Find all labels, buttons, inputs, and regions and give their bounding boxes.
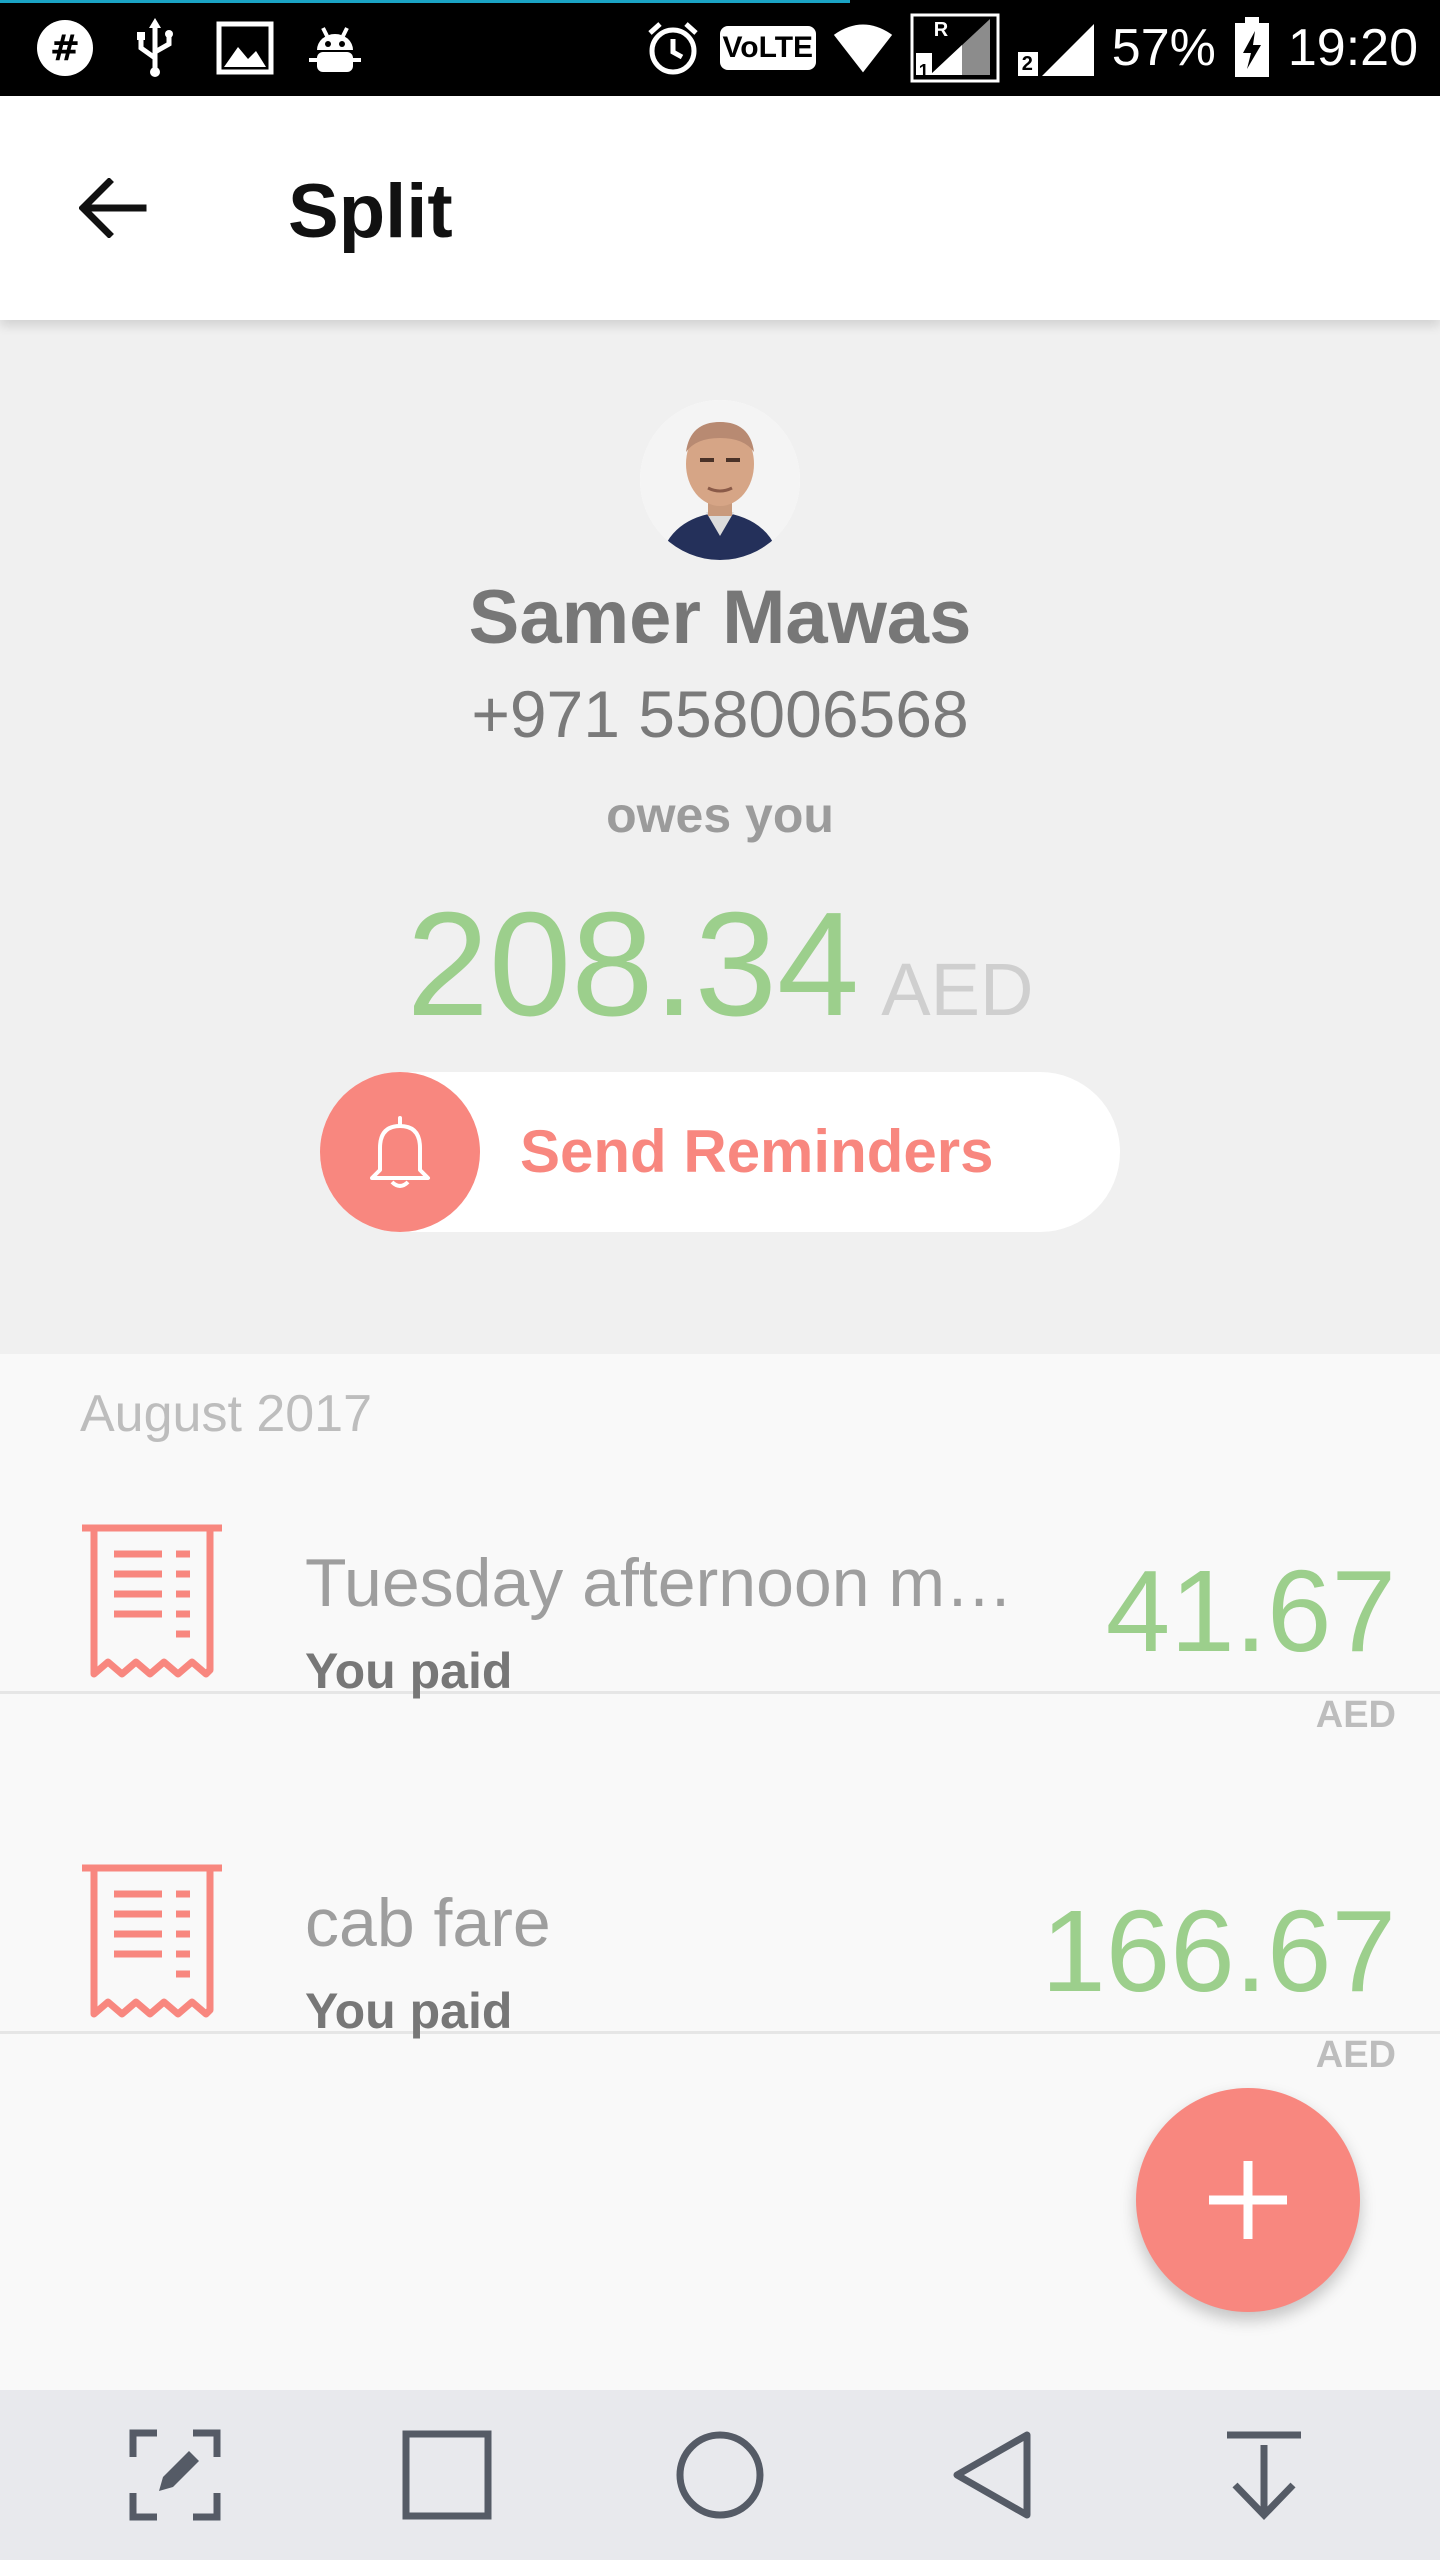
- recents-button[interactable]: [397, 2425, 497, 2525]
- arrow-down-bar-icon: [1227, 2431, 1301, 2521]
- page-title: Split: [288, 169, 453, 254]
- send-reminders-button[interactable]: Send Reminders: [320, 1072, 1120, 1232]
- screenshot-edit-button[interactable]: [125, 2425, 225, 2525]
- transaction-title: Tuesday afternoon m…: [305, 1545, 1014, 1621]
- transaction-title: cab fare: [305, 1885, 551, 1961]
- back-button[interactable]: [58, 156, 168, 260]
- transaction-amount: 41.67: [1105, 1546, 1396, 1676]
- bell-icon: [320, 1072, 480, 1232]
- battery-percent: 57%: [1111, 19, 1216, 77]
- transaction-payer: You paid: [305, 1643, 513, 1699]
- balance-amount: 208.34: [406, 882, 860, 1047]
- circle-icon: [676, 2431, 764, 2519]
- wifi-icon: [832, 17, 894, 79]
- avatar-photo: [640, 400, 800, 560]
- system-icons: VoLTE R 1 2 57% 19:20: [642, 12, 1418, 84]
- status-bar: # VoLTE R 1 2 57% 19:20: [0, 0, 1440, 96]
- plus-icon: [1209, 2161, 1287, 2239]
- transaction-currency: AED: [1315, 2034, 1396, 2076]
- capture-edit-icon: [129, 2429, 221, 2521]
- add-expense-button[interactable]: [1136, 2088, 1360, 2312]
- transaction-amount: 166.67: [1041, 1886, 1396, 2016]
- balance-relation: owes you: [606, 787, 834, 843]
- avatar[interactable]: [640, 400, 800, 560]
- send-reminders-label: Send Reminders: [520, 1118, 994, 1185]
- balance: 208.34 AED: [0, 880, 1440, 1050]
- svg-text:#: #: [50, 28, 80, 69]
- triangle-back-icon: [953, 2431, 1031, 2519]
- arrow-left-icon: [79, 178, 147, 238]
- receipt-icon: [78, 1864, 226, 2024]
- square-icon: [402, 2430, 492, 2520]
- notification-icons: #: [34, 14, 366, 82]
- sim1-roaming-label: R: [933, 19, 949, 41]
- balance-currency: AED: [881, 948, 1034, 1031]
- clock: 19:20: [1287, 19, 1418, 77]
- contact-phone: +971 558006568: [471, 677, 969, 751]
- notification-pull-button[interactable]: [1214, 2425, 1314, 2525]
- signal-sim2-icon: 2: [1016, 17, 1096, 79]
- sim2-label: 2: [1021, 53, 1033, 75]
- volte-badge: VoLTE: [719, 26, 816, 70]
- back-nav-button[interactable]: [942, 2425, 1042, 2525]
- sim1-label: 1: [918, 61, 929, 81]
- contact-summary: Samer Mawas +971 558006568 owes you 208.…: [0, 320, 1440, 1354]
- transaction-row[interactable]: cab fare You paid 166.67 AED: [0, 1694, 1440, 2076]
- android-debug-icon: [304, 17, 366, 79]
- usb-icon: [124, 17, 186, 79]
- image-icon: [214, 17, 276, 79]
- receipt-icon: [78, 1524, 226, 1684]
- app-bar: Split: [0, 96, 1440, 320]
- system-nav-bar: [0, 2390, 1440, 2560]
- contact-name: Samer Mawas: [468, 575, 972, 660]
- status-progress-line: [0, 0, 850, 3]
- transaction-row[interactable]: Tuesday afternoon m… You paid 41.67 AED: [0, 1354, 1440, 1736]
- battery-charging-icon: [1232, 17, 1272, 79]
- home-button[interactable]: [670, 2425, 770, 2525]
- transaction-payer: You paid: [305, 1983, 513, 2039]
- alarm-icon: [642, 17, 704, 79]
- signal-sim1-icon: R 1: [910, 13, 1000, 83]
- slack-icon: #: [34, 17, 96, 79]
